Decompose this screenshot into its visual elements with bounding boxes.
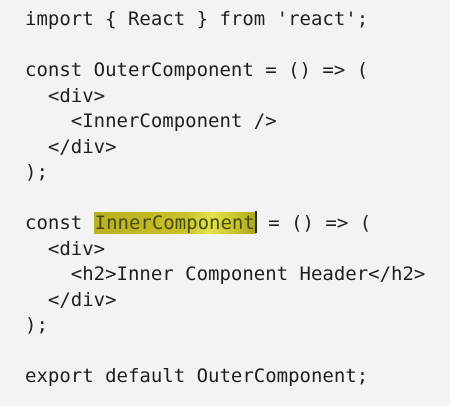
code-line-12: </div> [25, 288, 117, 311]
selected-token[interactable]: InnerComponent [93, 212, 256, 234]
code-line-15: export default OuterComponent; [25, 365, 369, 387]
code-line-5: <InnerComponent /> [25, 110, 277, 132]
code-line-13: ); [25, 314, 48, 336]
code-prefix: const [25, 212, 94, 234]
code-editor[interactable]: import { React } from 'react'; const Out… [0, 0, 450, 406]
code-line-7: ); [25, 161, 48, 183]
code-suffix: = () => ( [256, 212, 372, 234]
code-line-6: </div> [25, 135, 117, 158]
code-line-9: const InnerComponent = () => ( [25, 211, 450, 237]
code-line-10: <div> [25, 237, 106, 260]
code-line-3: const OuterComponent = () => ( [25, 59, 369, 81]
code-line-11: <h2>Inner Component Header</h2> [25, 263, 426, 285]
code-line-4: <div> [25, 84, 106, 107]
code-line-1: import { React } from 'react'; [25, 8, 369, 30]
